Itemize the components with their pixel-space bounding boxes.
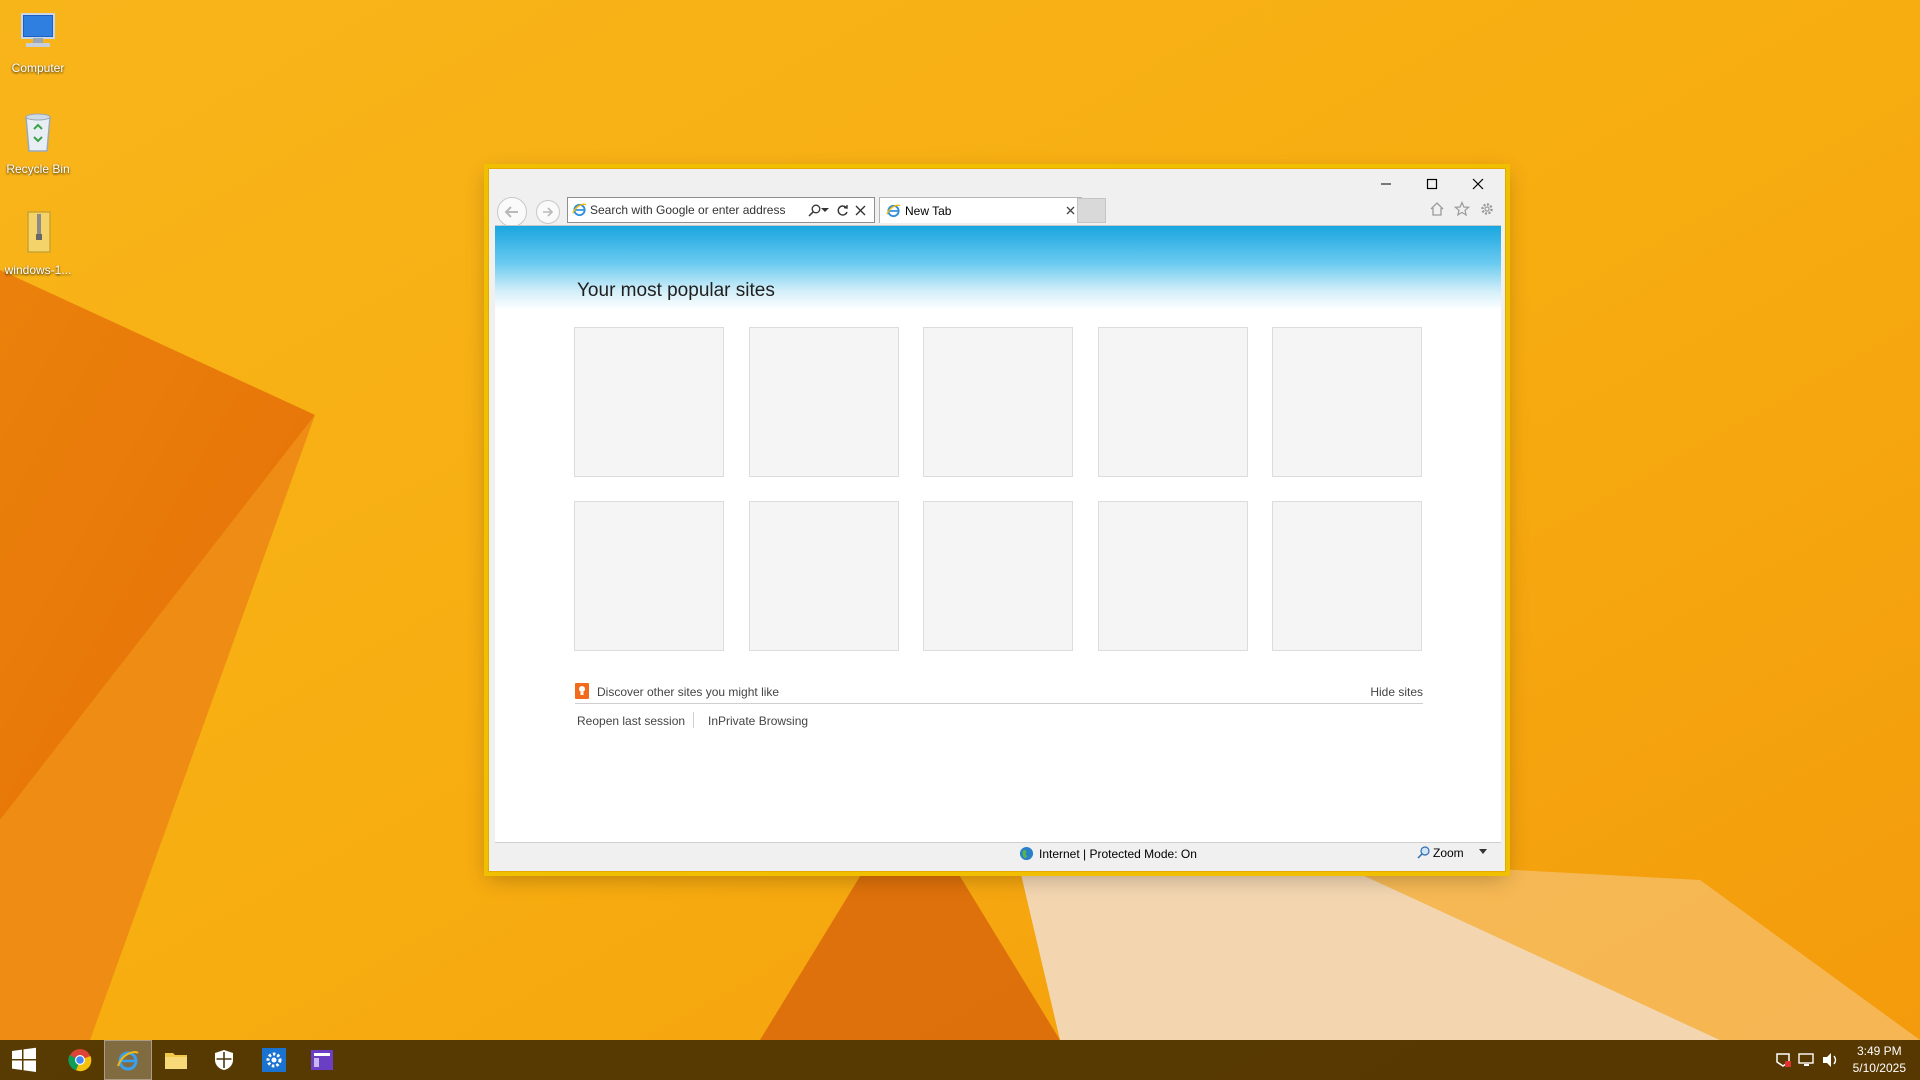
home-icon	[1430, 202, 1444, 216]
minimize-button[interactable]	[1363, 169, 1409, 199]
taskbar: 3:49 PM 5/10/2025	[0, 1040, 1920, 1080]
maximize-button[interactable]	[1409, 169, 1455, 199]
desktop-icon-computer[interactable]: Computer	[4, 6, 72, 75]
minimize-icon	[1381, 183, 1391, 185]
title-bar[interactable]	[489, 169, 1505, 199]
ie-tab-icon	[886, 204, 901, 218]
desktop-icon-label: windows-1...	[4, 263, 72, 277]
home-button[interactable]	[1427, 199, 1447, 219]
refresh-icon	[837, 204, 848, 216]
site-tile[interactable]	[1098, 501, 1248, 651]
close-icon	[1472, 178, 1484, 190]
taskbar-app[interactable]	[298, 1040, 346, 1080]
purple-app-icon	[311, 1050, 333, 1070]
tray-network[interactable]	[1798, 1051, 1816, 1069]
favorites-button[interactable]	[1452, 199, 1472, 219]
reopen-last-session-link[interactable]: Reopen last session	[577, 714, 685, 728]
discover-sites-link[interactable]: Discover other sites you might like	[597, 685, 779, 699]
site-tile[interactable]	[923, 501, 1073, 651]
taskbar-internet-explorer[interactable]	[104, 1040, 152, 1080]
lightbulb-icon	[575, 683, 589, 699]
back-button[interactable]	[497, 197, 527, 227]
clock-date: 5/10/2025	[1852, 1061, 1906, 1075]
internet-explorer-icon	[117, 1051, 139, 1071]
site-tile[interactable]	[1098, 327, 1248, 477]
tab-label: New Tab	[905, 204, 952, 218]
stop-x-icon	[855, 205, 865, 215]
desktop-icon-label: Recycle Bin	[6, 162, 70, 176]
tab-close-button[interactable]	[1063, 203, 1077, 217]
clock-time: 3:49 PM	[1856, 1044, 1902, 1058]
recycle-bin-icon	[25, 113, 51, 152]
network-icon	[1798, 1053, 1814, 1066]
page-content: Your most popular sites Discover other s…	[495, 225, 1501, 843]
taskbar-file-explorer[interactable]	[152, 1040, 200, 1080]
gear-icon	[1481, 203, 1493, 215]
zoom-label: Zoom	[1433, 846, 1464, 860]
address-bar[interactable]	[567, 197, 875, 223]
close-button[interactable]	[1455, 169, 1501, 199]
clock[interactable]: 3:49 PM 5/10/2025	[1853, 1043, 1906, 1077]
status-bar: Internet | Protected Mode: On Zoom	[495, 842, 1501, 864]
site-tile[interactable]	[1272, 501, 1422, 651]
desktop-icon-recycle-bin[interactable]: Recycle Bin	[4, 107, 72, 176]
forward-arrow-icon	[543, 207, 554, 217]
zoom-magnifier-icon	[1417, 846, 1430, 859]
close-icon	[1066, 206, 1074, 214]
computer-icon	[21, 13, 55, 47]
page-title: Your most popular sites	[577, 280, 775, 301]
site-tile[interactable]	[749, 327, 899, 477]
star-icon	[1454, 201, 1470, 217]
taskbar-chrome[interactable]	[56, 1040, 104, 1080]
volume-icon	[1823, 1053, 1837, 1067]
chevron-down-icon	[1479, 849, 1487, 854]
tray-volume[interactable]	[1822, 1051, 1840, 1069]
start-button[interactable]	[0, 1040, 48, 1080]
site-tile[interactable]	[574, 501, 724, 651]
forward-button[interactable]	[536, 200, 560, 224]
search-icon	[807, 204, 820, 217]
desktop: Computer Recycle Bin windows-1... Search…	[0, 0, 1920, 1080]
taskbar-security[interactable]	[200, 1040, 248, 1080]
folder-icon	[165, 1053, 187, 1069]
link-divider	[693, 712, 694, 728]
site-tile[interactable]	[749, 501, 899, 651]
desktop-icon-zip[interactable]: windows-1...	[4, 208, 72, 277]
zoom-control[interactable]: Zoom	[1417, 844, 1497, 862]
zip-folder-icon	[27, 211, 51, 253]
windows-logo-icon	[12, 1047, 36, 1072]
chevron-down-icon	[821, 208, 829, 212]
inprivate-browsing-link[interactable]: InPrivate Browsing	[708, 714, 808, 728]
hide-sites-link[interactable]: Hide sites	[1370, 685, 1423, 699]
shield-icon	[215, 1050, 233, 1070]
refresh-button[interactable]	[834, 202, 850, 218]
address-input[interactable]	[590, 201, 804, 219]
internet-explorer-window: New Tab Your most popular sites	[488, 168, 1506, 872]
stop-button[interactable]	[852, 202, 868, 218]
tools-button[interactable]	[1477, 199, 1497, 219]
ie-page-icon	[572, 203, 587, 217]
action-center-icon	[1776, 1053, 1791, 1067]
tray-action-center[interactable]	[1774, 1051, 1792, 1069]
site-tile[interactable]	[574, 327, 724, 477]
maximize-icon	[1426, 178, 1438, 190]
discover-row: Discover other sites you might like Hide…	[575, 681, 1423, 704]
chrome-icon	[68, 1049, 92, 1072]
back-arrow-icon	[504, 206, 518, 218]
globe-icon	[1019, 846, 1034, 861]
security-zone-text[interactable]: Internet | Protected Mode: On	[1039, 847, 1197, 861]
new-tab-button[interactable]	[1077, 198, 1106, 223]
gear-icon	[262, 1048, 286, 1072]
taskbar-settings[interactable]	[250, 1040, 298, 1080]
desktop-icon-label: Computer	[11, 61, 65, 75]
address-dropdown-button[interactable]	[820, 202, 830, 218]
site-tile[interactable]	[923, 327, 1073, 477]
site-tile[interactable]	[1272, 327, 1422, 477]
tab-new-tab[interactable]: New Tab	[879, 197, 1082, 223]
